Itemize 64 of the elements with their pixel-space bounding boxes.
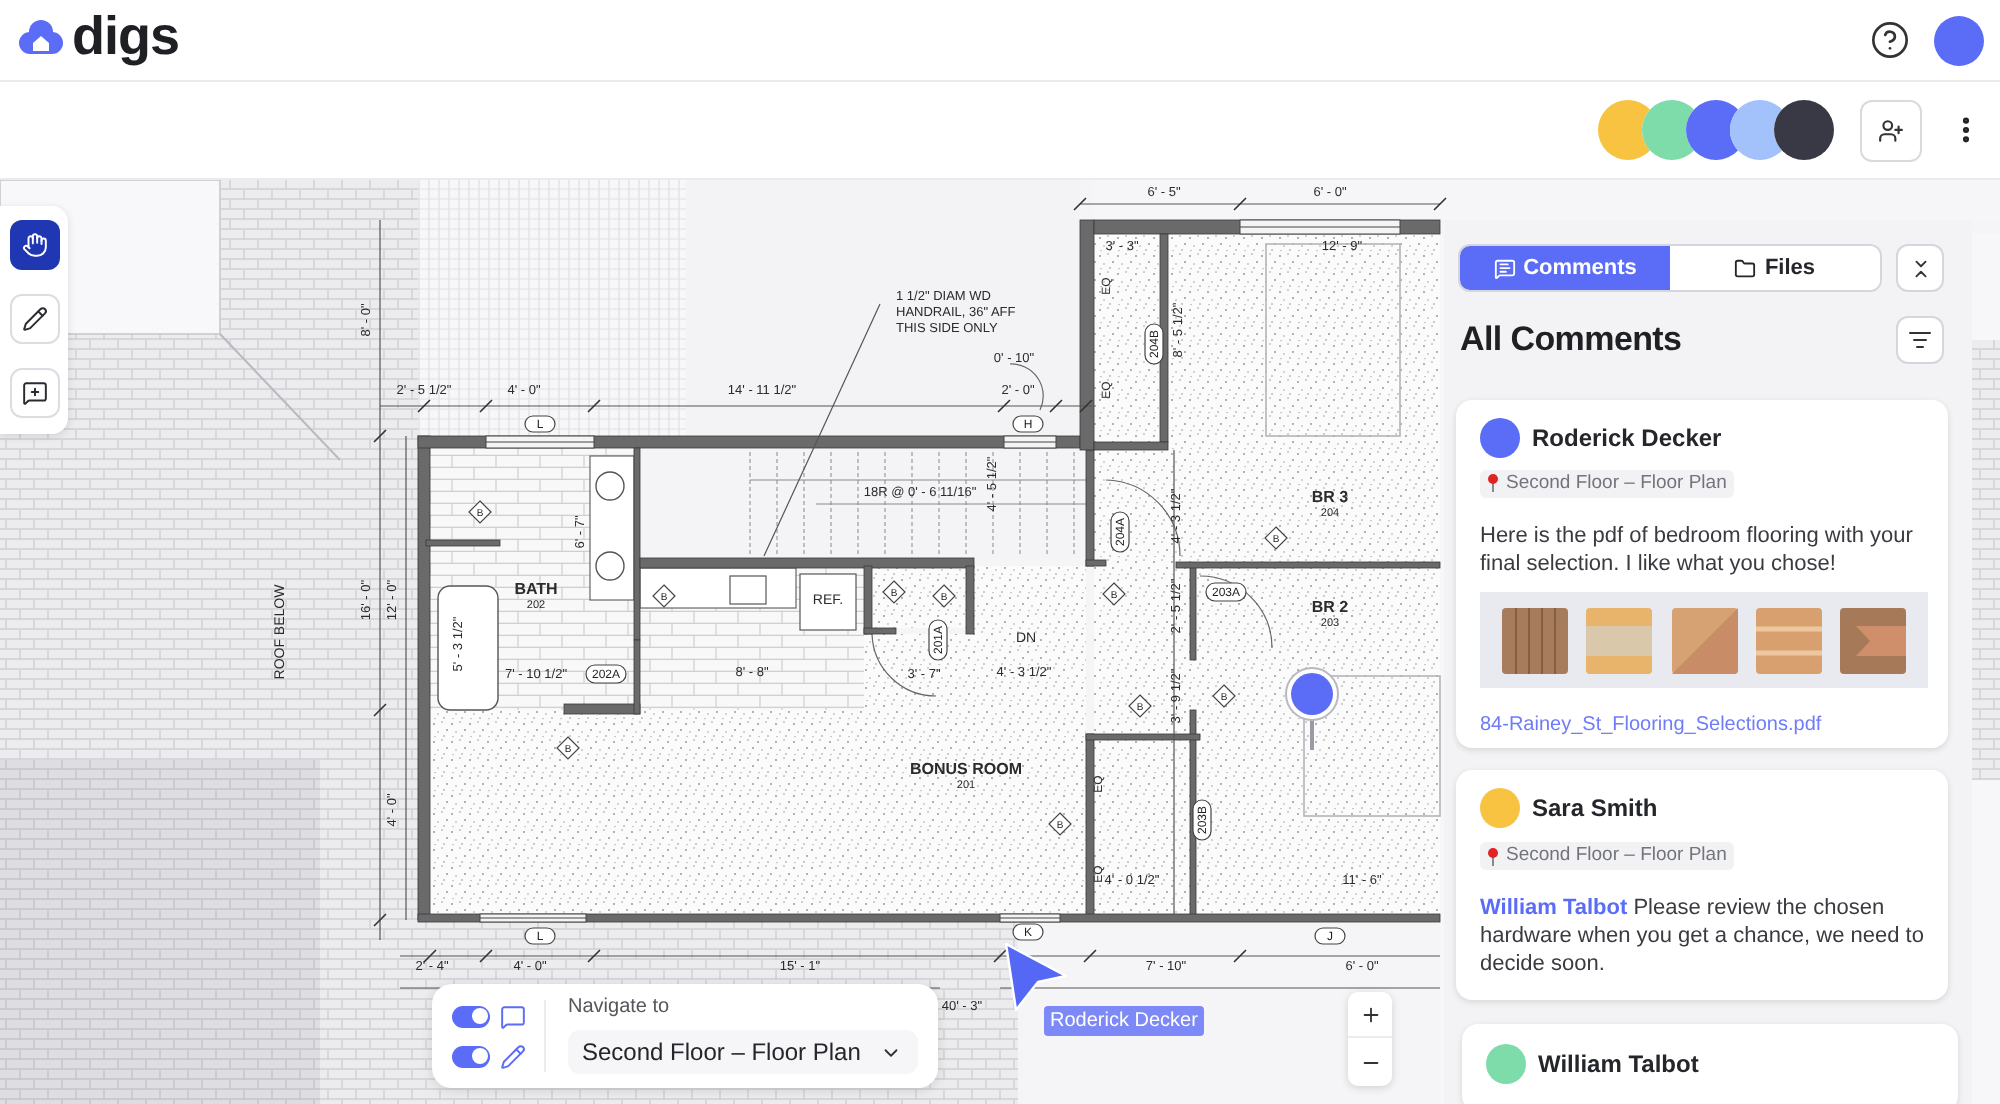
layer-toggle[interactable] [452, 1045, 490, 1067]
room-name: BR 3 [1311, 488, 1349, 506]
door-swing [1009, 363, 1044, 411]
room-name: BATH [514, 580, 558, 598]
chevron-tile-icon [1840, 607, 1906, 673]
add-user-icon [1878, 117, 1904, 143]
collaborator-avatar[interactable] [1730, 100, 1782, 160]
add-user-button[interactable] [1860, 99, 1922, 161]
panel-tab[interactable]: Comments [1460, 246, 1670, 290]
cursor-name-label: Roderick Decker [1044, 1006, 1204, 1036]
help-icon[interactable] [1870, 20, 1910, 60]
door-swing [1105, 479, 1181, 557]
filter-button[interactable] [1896, 315, 1944, 364]
author-name: Sara Smith [1532, 792, 1658, 826]
location-tag[interactable]: Second Floor – Floor Plan [1480, 842, 1735, 870]
collapse-button[interactable] [1896, 244, 1944, 292]
author-name: William Talbot [1538, 1047, 1699, 1081]
plus-icon [1359, 1003, 1381, 1025]
mention-link[interactable]: William Talbot [1480, 895, 1628, 919]
sheet-select[interactable]: Second Floor – Floor Plan [568, 1030, 918, 1074]
room-name: BR 2 [1311, 598, 1349, 616]
logo-icon [18, 20, 64, 60]
bathtub [437, 585, 499, 711]
navigator-label: Navigate to [568, 998, 670, 1018]
comment-icon [1493, 257, 1516, 279]
comment-icon [500, 1003, 526, 1029]
pencil-icon [500, 1043, 526, 1069]
collaborator-avatar[interactable] [1774, 100, 1834, 160]
comment-text: William Talbot Please review the chosen hardware when you get a chance, we need to decide soon. [1480, 893, 1926, 977]
logo-wordmark: digs [72, 9, 180, 70]
vertical-planks-icon [1502, 607, 1568, 673]
pencil-icon [21, 306, 47, 332]
profile-avatar[interactable] [1934, 15, 1984, 65]
door-swing [1199, 575, 1273, 649]
tool-button[interactable] [9, 294, 59, 344]
attachment-preview[interactable] [1480, 592, 1928, 688]
banded-tile-icon [1586, 607, 1653, 673]
folder-icon [1734, 257, 1757, 279]
location-tag[interactable]: Second Floor – Floor Plan [1480, 469, 1735, 497]
refrigerator [799, 573, 857, 631]
comment-text: Here is the pdf of bedroom flooring with your final selection. I like what you chose! [1480, 522, 1915, 578]
hand-icon [21, 232, 47, 258]
comment-plus-icon [21, 380, 47, 406]
door-swing [871, 633, 937, 697]
cursor-arrow-icon [1000, 942, 1068, 1012]
diagonal-tile-icon [1671, 607, 1737, 673]
comment-card[interactable]: Roderick Decker Second Floor – Floor Plan Here is the pdf of bedroom flooring with your final selection. I like what you chose! 84-Rainey_St_Flooring_Selections.pdf [1456, 399, 1948, 748]
author-name: Roderick Decker [1532, 421, 1722, 455]
attachment-link[interactable]: 84-Rainey_St_Flooring_Selections.pdf [1480, 714, 1822, 736]
location-label: Second Floor – Floor Plan [1506, 846, 1727, 866]
location-label: Second Floor – Floor Plan [1506, 473, 1727, 493]
room-name: BONUS ROOM [910, 760, 1022, 778]
tool-button[interactable] [9, 220, 59, 270]
pin-icon [1488, 847, 1498, 865]
comment-card[interactable]: Sara Smith Second Floor – Floor Plan William Talbot Please review the chosen hardware when you get a chance, we need to decide soon. [1456, 770, 1948, 999]
location-pin-icon[interactable] [1284, 666, 1340, 750]
panel-heading: All Comments [1460, 318, 1682, 362]
tool-button[interactable] [9, 368, 59, 418]
bed-outline [1303, 675, 1441, 817]
layer-toggle[interactable] [452, 1005, 490, 1027]
pin-icon [1488, 474, 1498, 492]
striped-tile-icon [1755, 607, 1822, 673]
filter-icon [1908, 327, 1932, 352]
comment-card[interactable]: William Talbot [1462, 1023, 1958, 1104]
